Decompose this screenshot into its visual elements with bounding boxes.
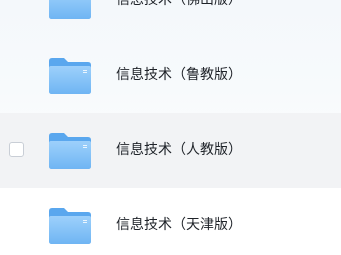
file-list: 信息技术（佛山版） 信息技术（鲁教版） 信息技术（人教版） 信息技术（天津版）	[0, 0, 341, 255]
folder-icon	[47, 205, 93, 245]
file-name: 信息技术（佛山版）	[116, 0, 242, 8]
file-name: 信息技术（天津版）	[116, 217, 242, 233]
list-item[interactable]: 信息技术（佛山版）	[0, 0, 341, 38]
folder-icon	[47, 130, 93, 170]
file-name: 信息技术（人教版）	[116, 142, 242, 158]
folder-icon	[47, 55, 93, 95]
list-item[interactable]: 信息技术（天津版）	[0, 188, 341, 255]
file-browser: 信息技术（佛山版） 信息技术（鲁教版） 信息技术（人教版） 信息技术（天津版）	[0, 0, 341, 255]
folder-icon	[47, 0, 93, 20]
list-item[interactable]: 信息技术（人教版）	[0, 113, 341, 188]
select-checkbox[interactable]	[9, 142, 24, 157]
file-name: 信息技术（鲁教版）	[116, 67, 242, 83]
list-item[interactable]: 信息技术（鲁教版）	[0, 38, 341, 113]
